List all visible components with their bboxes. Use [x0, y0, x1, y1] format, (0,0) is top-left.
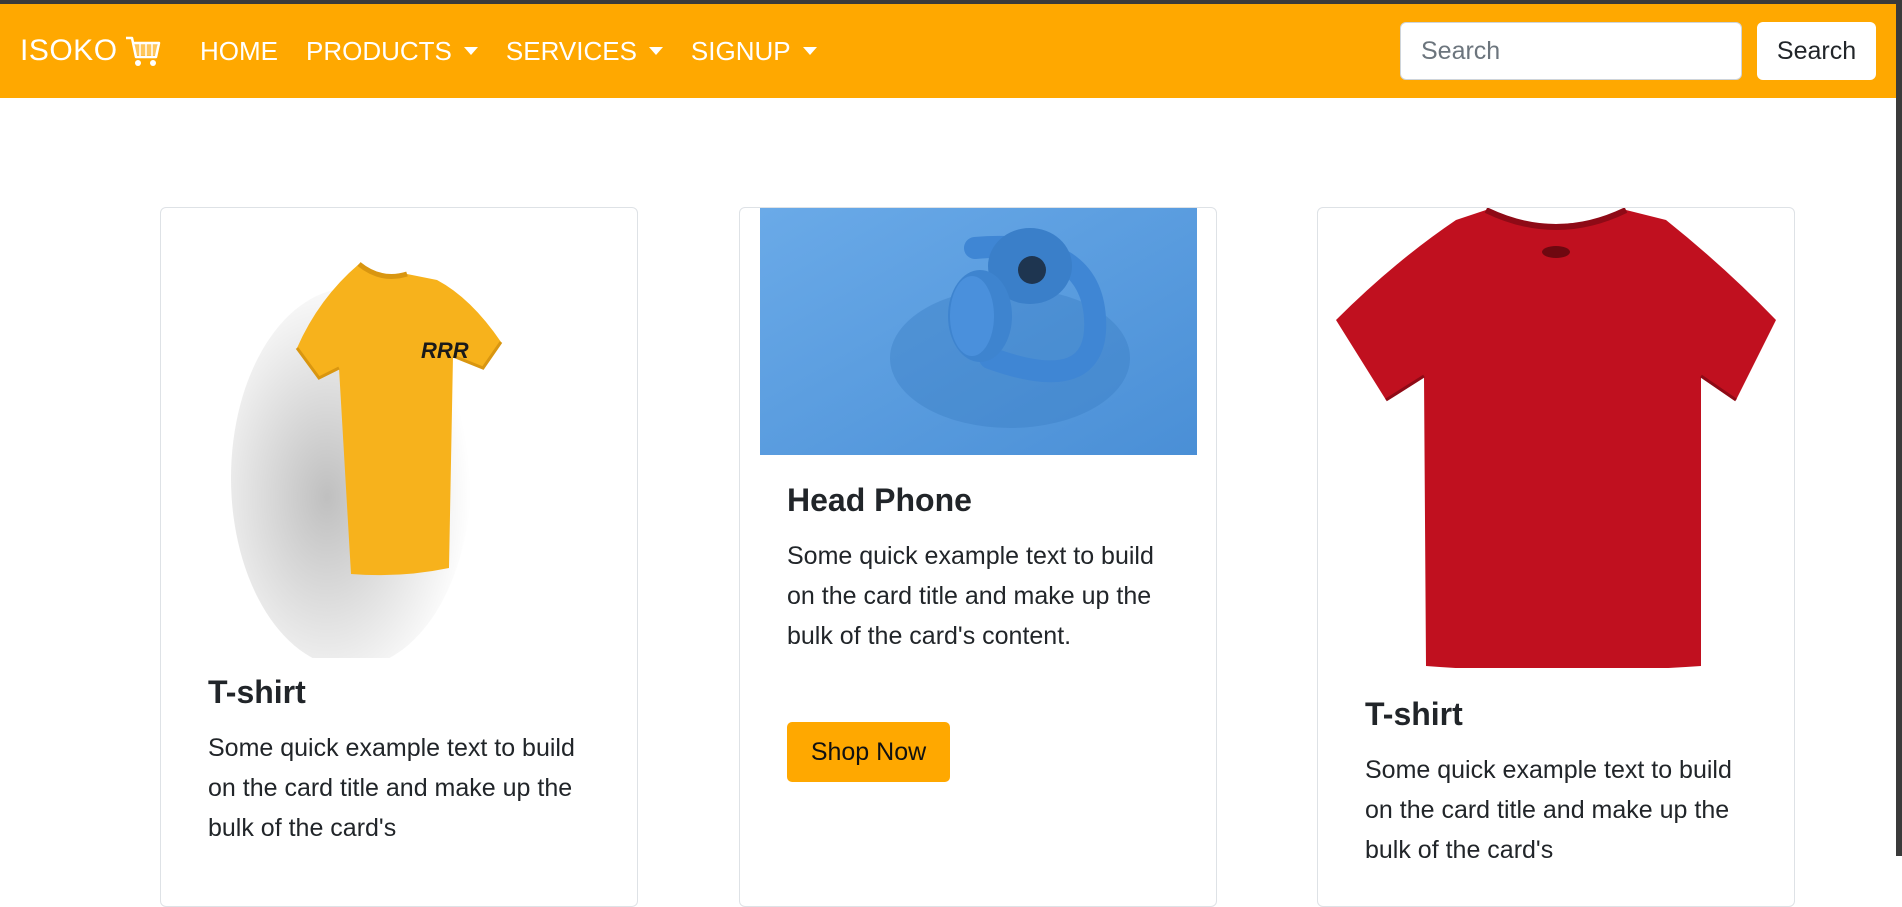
product-card: Head Phone Some quick example text to bu… — [739, 207, 1217, 907]
card-text: Some quick example text to build on the … — [787, 542, 1154, 650]
chevron-down-icon — [802, 47, 817, 55]
brand-name: ISOKO — [20, 34, 118, 67]
nav-signup-label: SIGNUP — [690, 35, 791, 66]
search-button[interactable]: Search — [1757, 22, 1876, 80]
nav-links: HOME PRODUCTS SERVICES SIGNUP — [200, 4, 845, 98]
cart-icon — [124, 33, 162, 69]
nav-services-dropdown[interactable]: SERVICES — [506, 36, 663, 67]
red-tshirt-image — [1336, 208, 1778, 668]
chevron-down-icon — [463, 47, 478, 55]
card-title: Head Phone — [787, 482, 972, 518]
nav-products-label: PRODUCTS — [306, 35, 452, 66]
card-title: T-shirt — [1365, 696, 1463, 732]
window-right-border — [1896, 0, 1902, 856]
nav-home[interactable]: HOME — [200, 36, 278, 67]
blue-headphones-image — [760, 208, 1197, 455]
nav-products-dropdown[interactable]: PRODUCTS — [306, 36, 478, 67]
card-title: T-shirt — [208, 674, 306, 710]
chevron-down-icon — [648, 47, 663, 55]
product-card: T-shirt Some quick example text to build… — [1317, 207, 1795, 907]
shop-now-button[interactable]: Shop Now — [787, 722, 950, 782]
nav-home-label: HOME — [200, 35, 278, 66]
navbar: ISOKO HOME PRODUCTS SERVICES SIGNUP Sear… — [0, 4, 1896, 98]
search-input[interactable] — [1400, 22, 1742, 80]
yellow-tshirt-image: RRR — [201, 238, 601, 658]
svg-text:RRR: RRR — [421, 338, 469, 363]
product-card: RRR T-shirt Some quick example text to b… — [160, 207, 638, 907]
nav-signup-dropdown[interactable]: SIGNUP — [691, 36, 817, 67]
brand[interactable]: ISOKO — [20, 4, 162, 98]
nav-services-label: SERVICES — [505, 35, 637, 66]
card-text: Some quick example text to build on the … — [208, 734, 575, 842]
card-text: Some quick example text to build on the … — [1365, 756, 1732, 864]
